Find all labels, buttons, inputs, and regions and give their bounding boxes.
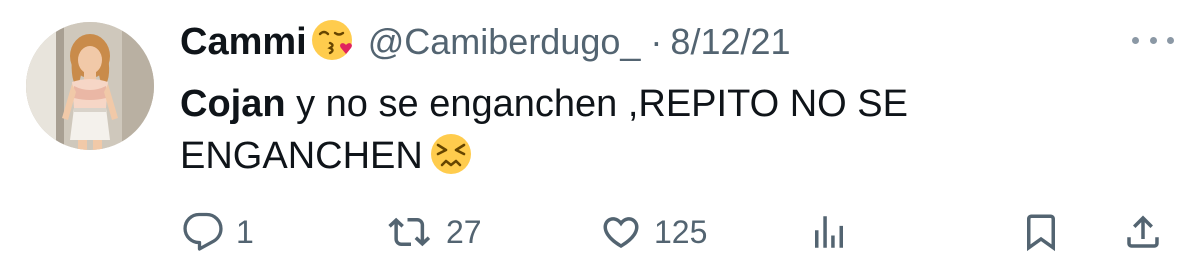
retweet-button[interactable]: 27 (388, 210, 482, 254)
reply-icon (182, 211, 224, 253)
bookmark-icon (1020, 211, 1062, 253)
display-name[interactable]: Cammi (180, 21, 307, 64)
like-button[interactable]: 125 (600, 210, 707, 254)
share-button[interactable] (1122, 210, 1164, 254)
heart-icon (600, 211, 642, 253)
tweet-text: Cojan y no se enganchen ,REPITO NO SE EN… (180, 78, 1110, 190)
tweet-text-bold: Cojan (180, 83, 286, 125)
retweet-icon (388, 211, 434, 253)
analytics-icon (808, 211, 850, 253)
separator-dot: · (650, 21, 663, 62)
tweet[interactable]: Cammi @Camiberdugo_ · 8/12/21 Cojan y no… (0, 0, 1200, 267)
tweet-text-body: y no se enganchen ,REPITO NO SE ENGANCHE… (180, 83, 908, 177)
user-handle[interactable]: @Camiberdugo_ (368, 21, 641, 63)
bookmark-button[interactable] (1020, 210, 1062, 254)
more-dot (1149, 36, 1157, 44)
more-options-icon[interactable] (1132, 30, 1174, 50)
retweet-count: 27 (446, 213, 482, 250)
tweet-date[interactable]: 8/12/21 (670, 21, 790, 63)
more-dot (1167, 36, 1174, 44)
views-button[interactable] (808, 210, 850, 254)
reply-count: 1 (236, 213, 254, 250)
face-blowing-a-kiss-emoji (310, 18, 354, 67)
persevering-face-emoji (429, 132, 473, 190)
reply-button[interactable]: 1 (182, 210, 254, 254)
share-icon (1122, 211, 1164, 253)
like-count: 125 (654, 213, 708, 250)
avatar[interactable] (26, 22, 154, 150)
more-dot (1132, 36, 1139, 44)
tweet-header: Cammi @Camiberdugo_ · 8/12/21 (180, 14, 791, 70)
tweet-actions: 1 27 125 (0, 200, 1200, 264)
